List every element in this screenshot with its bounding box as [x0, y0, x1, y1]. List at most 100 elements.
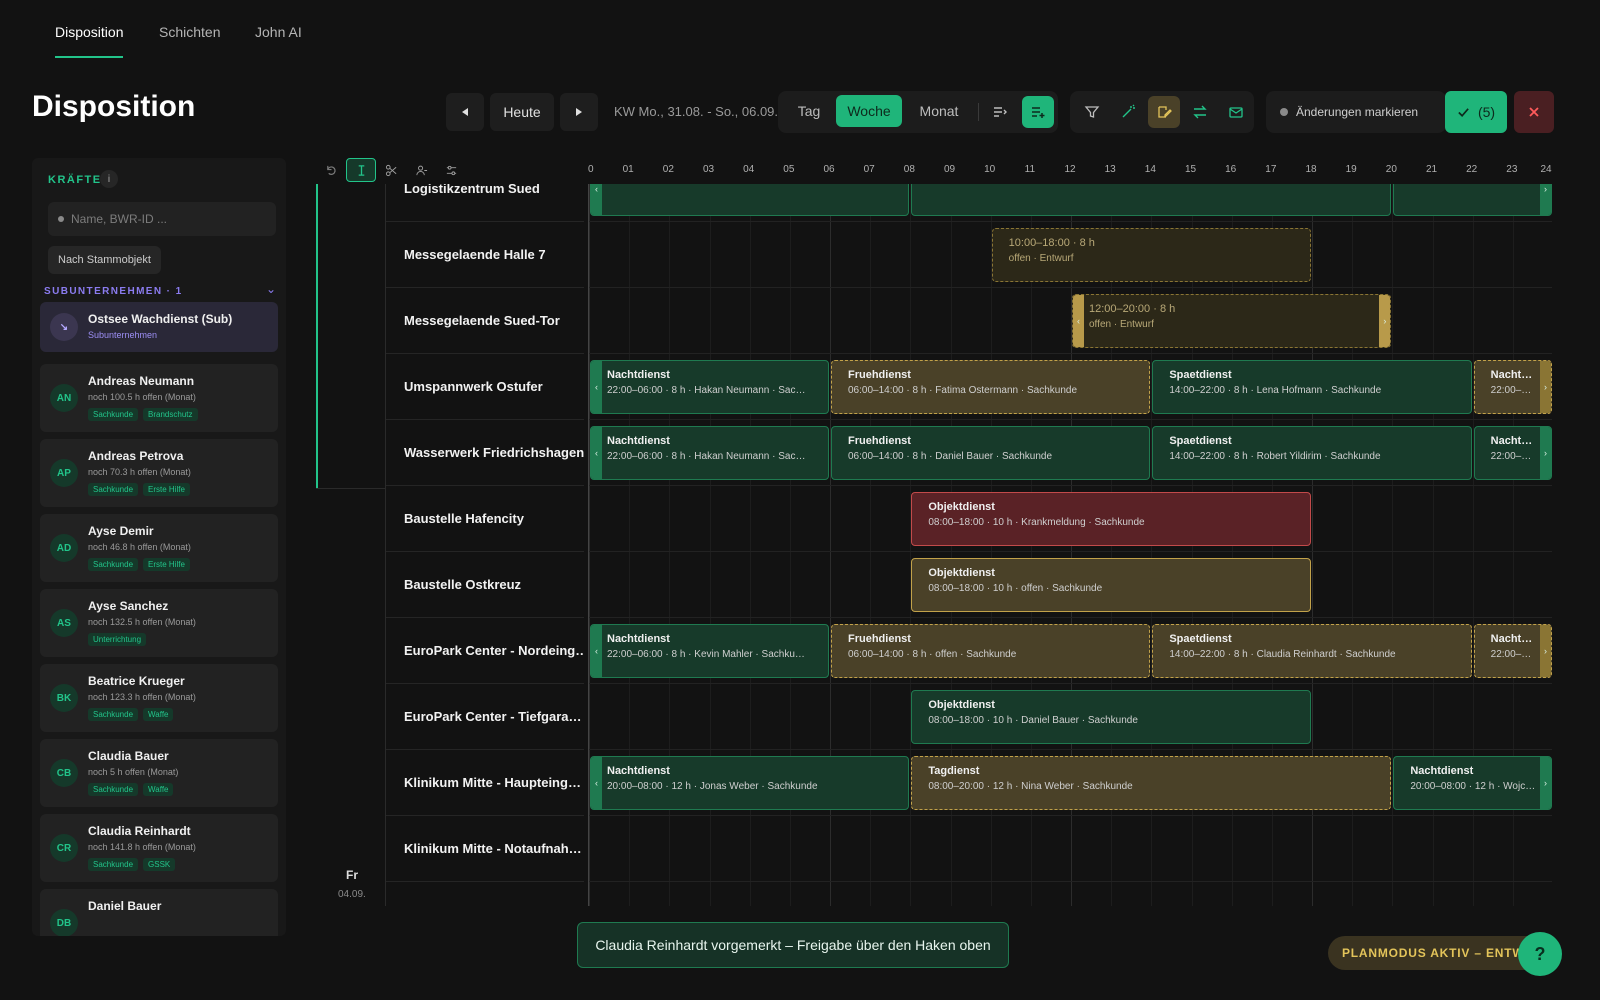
staff-card[interactable]: AD Ayse Demir noch 46.8 h offen (Monat) Sac…: [40, 514, 278, 582]
shift-block[interactable]: 08:00–20:00 · 12 h · Fatima Hartmann · S…: [911, 184, 1392, 216]
help-button[interactable]: ?: [1518, 932, 1562, 976]
view-week-button[interactable]: Woche: [836, 95, 902, 127]
staff-card[interactable]: BK Beatrice Krueger noch 123.3 h offen (Mo…: [40, 664, 278, 732]
shift-block[interactable]: Nacht… 22:00–… ›: [1473, 624, 1552, 678]
shift-block[interactable]: 10:00–18:00 · 8 h offen · Entwurf: [991, 228, 1311, 282]
shift-block[interactable]: Objektdienst 08:00–18:00 · 10 h · offen ·…: [911, 558, 1311, 612]
swap-button[interactable]: [1184, 96, 1216, 128]
confirm-button[interactable]: (5): [1445, 91, 1507, 133]
shift-block[interactable]: Nacht… 22:00–… ›: [1473, 360, 1552, 414]
qualification-tag: Erste Hilfe: [143, 483, 190, 496]
object-label[interactable]: Baustelle Ostkreuz: [386, 552, 584, 618]
object-label[interactable]: Wasserwerk Friedrichshagen: [386, 420, 584, 486]
today-button[interactable]: Heute: [490, 93, 554, 131]
draft-edit-button[interactable]: [1148, 96, 1180, 128]
chevron-down-icon[interactable]: ⌄: [266, 282, 276, 296]
hour-label: 11: [1024, 164, 1036, 175]
shift-block[interactable]: Tagdienst 08:00–20:00 · 12 h · Nina Weber…: [911, 756, 1392, 810]
hour-label: 12: [1064, 164, 1076, 175]
shift-block[interactable]: Objektdienst 08:00–18:00 · 10 h · Daniel …: [911, 690, 1311, 744]
qualification-tag: Sachkunde: [88, 483, 139, 496]
chevron-right-icon[interactable]: ›: [1539, 625, 1551, 677]
shift-block[interactable]: Fruehdienst 06:00–14:00 · 8 h · offen · S…: [831, 624, 1151, 678]
shift-block[interactable]: Objektdienst 08:00–18:00 · 10 h · Krankme…: [911, 492, 1311, 546]
view-month-button[interactable]: Monat: [906, 95, 972, 127]
shift-block[interactable]: Nachtdienst 20:00–08:00 · 12 h · Jonas We…: [590, 756, 910, 810]
cut-tool-button[interactable]: [376, 158, 406, 182]
shift-block[interactable]: Nachtdienst 22:00–06:00 · 8 h · Hakan Neu…: [590, 360, 829, 414]
shift-block[interactable]: Fruehdienst 06:00–14:00 · 8 h · Fatima Os…: [831, 360, 1151, 414]
chevron-left-icon[interactable]: ‹: [591, 757, 602, 809]
object-label[interactable]: Logistikzentrum Sued: [386, 184, 584, 222]
chevron-right-icon[interactable]: ›: [1539, 757, 1551, 809]
object-label[interactable]: Baustelle Hafencity: [386, 486, 584, 552]
row-divider: [589, 287, 1552, 288]
tag-list: Sachkunde Erste Hilfe: [88, 558, 190, 571]
add-list-button[interactable]: [1022, 96, 1054, 128]
shift-block[interactable]: Nachtdienst 22:00–06:00 · 8 h · Kevin Mah…: [590, 624, 829, 678]
chevron-right-icon[interactable]: ›: [1379, 295, 1391, 347]
shift-block[interactable]: Spaetdienst 14:00–22:00 · 8 h · Robert Yi…: [1152, 426, 1472, 480]
grid-body: Fr 04.09. Logistikzentrum Sued Messegelae…: [316, 184, 1552, 906]
chevron-left-icon[interactable]: ‹: [591, 361, 602, 413]
mark-changes-toggle[interactable]: Änderungen markieren: [1266, 91, 1446, 133]
staff-card[interactable]: AN Andreas Neumann noch 100.5 h offen (Mon…: [40, 364, 278, 432]
object-label[interactable]: Klinikum Mitte - Notaufnah…: [386, 816, 584, 882]
chevron-left-icon[interactable]: ‹: [1073, 295, 1084, 347]
previous-week-button[interactable]: [446, 93, 484, 131]
shift-block[interactable]: Spaetdienst 14:00–22:00 · 8 h · Lena Hofm…: [1152, 360, 1472, 414]
shift-block[interactable]: Nachtdienst 22:00–06:00 · 8 h · Hakan Neu…: [590, 426, 829, 480]
staff-card[interactable]: AP Andreas Petrova noch 70.3 h offen (Mona…: [40, 439, 278, 507]
cursor-text-icon: [358, 164, 364, 176]
staff-card[interactable]: DB Daniel Bauer: [40, 889, 278, 936]
chevron-left-icon[interactable]: ‹: [591, 184, 602, 215]
info-icon[interactable]: i: [100, 170, 118, 188]
object-label[interactable]: EuroPark Center - Tiefgara…: [386, 684, 584, 750]
shift-block[interactable]: Fruehdienst 06:00–14:00 · 8 h · Daniel Ba…: [831, 426, 1151, 480]
tab-disposition[interactable]: Disposition: [55, 24, 124, 58]
object-label[interactable]: Klinikum Mitte - Haupteing…: [386, 750, 584, 816]
shift-block[interactable]: 12:00–20:00 · 8 h offen · Entwurf ‹ ›: [1072, 294, 1392, 348]
select-tool-button[interactable]: [346, 158, 376, 182]
staff-card[interactable]: AS Ayse Sanchez noch 132.5 h offen (Monat)…: [40, 589, 278, 657]
group-by-object-button[interactable]: Nach Stammobjekt: [48, 246, 161, 274]
staff-card[interactable]: CR Claudia Reinhardt noch 141.8 h offen (M…: [40, 814, 278, 882]
tab-schichten[interactable]: Schichten: [159, 24, 220, 56]
mail-button[interactable]: [1220, 96, 1252, 128]
shift-details: 06:00–14:00 · 8 h · offen · Sachkunde: [848, 649, 1017, 660]
object-label[interactable]: EuroPark Center - Nordeing…: [386, 618, 584, 684]
staff-search-input[interactable]: [71, 212, 261, 226]
shift-block[interactable]: Nacht… 22:00–… ›: [1473, 426, 1552, 480]
assign-person-button[interactable]: [406, 158, 436, 182]
view-switcher: Tag Woche Monat: [778, 91, 1058, 133]
row-divider: [589, 551, 1552, 552]
chevron-right-icon[interactable]: ›: [1539, 184, 1551, 215]
view-day-button[interactable]: Tag: [784, 95, 834, 127]
chevron-left-icon[interactable]: ‹: [591, 427, 602, 479]
shift-block[interactable]: Spaetdienst 14:00–22:00 · 8 h · Claudia R…: [1152, 624, 1472, 678]
sort-list-button[interactable]: [984, 96, 1016, 128]
object-label[interactable]: Messegelaende Sued-Tor: [386, 288, 584, 354]
discard-button[interactable]: [1514, 91, 1554, 133]
filter-button[interactable]: [1076, 96, 1108, 128]
shift-block[interactable]: 20:00–08:00 · 12 h · Van…›: [1393, 184, 1552, 216]
subcontractor-card[interactable]: ↘ Ostsee Wachdienst (Sub) Subunternehmen: [40, 302, 278, 352]
next-week-button[interactable]: [560, 93, 598, 131]
chevron-left-icon[interactable]: ‹: [591, 625, 602, 677]
person-hours: noch 141.8 h offen (Monat): [88, 842, 196, 852]
staff-card[interactable]: CB Claudia Bauer noch 5 h offen (Monat) Sac…: [40, 739, 278, 807]
tab-john-ai[interactable]: John AI: [255, 24, 302, 56]
shift-block[interactable]: 20:00–08:00 · 12 h · Elena Wagner · Sach…: [590, 184, 910, 216]
object-label[interactable]: Messegelaende Halle 7: [386, 222, 584, 288]
object-label[interactable]: Umspannwerk Ostufer: [386, 354, 584, 420]
person-hours: noch 123.3 h offen (Monat): [88, 692, 196, 702]
shift-block[interactable]: Nachtdienst 20:00–08:00 · 12 h · Wojc… ›: [1393, 756, 1552, 810]
settings-list-button[interactable]: [436, 158, 466, 182]
search-dot-icon: [58, 216, 64, 222]
chevron-right-icon[interactable]: ›: [1539, 361, 1551, 413]
chevron-right-icon[interactable]: ›: [1539, 427, 1551, 479]
undo-button[interactable]: [316, 158, 346, 182]
row-divider: [589, 485, 1552, 486]
row-divider: [589, 419, 1552, 420]
magic-wand-button[interactable]: [1112, 96, 1144, 128]
